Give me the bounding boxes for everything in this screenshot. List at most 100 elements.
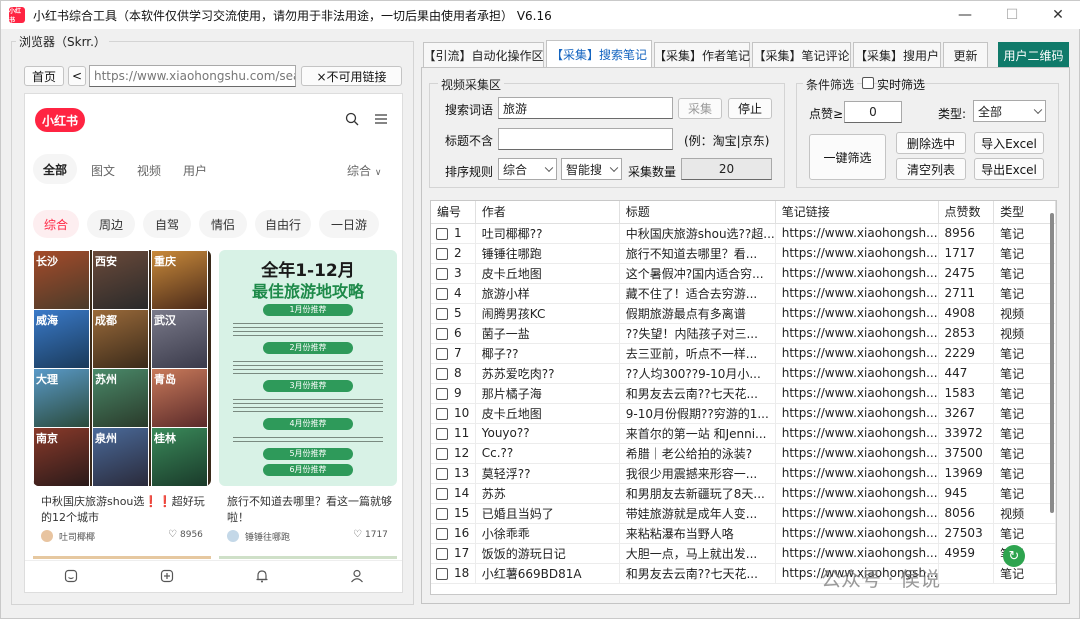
col-header-type[interactable]: 类型 (993, 201, 1056, 224)
user-icon[interactable] (350, 569, 364, 586)
table-row[interactable]: 15 已婚且当妈了 带娃旅游就是成年人变... https://www.xiaohon… (431, 503, 1056, 524)
import-excel-button[interactable]: 导入Excel (974, 132, 1044, 154)
xhs-chip-4[interactable]: 自由行 (255, 210, 311, 238)
row-checkbox[interactable] (436, 347, 448, 360)
menu-icon[interactable] (374, 113, 388, 125)
xhs-tab-image[interactable]: 图文 (91, 162, 115, 179)
xhs-tab-video[interactable]: 视频 (137, 162, 161, 179)
row-checkbox[interactable] (436, 227, 448, 240)
type-filter-select[interactable]: 全部 (973, 100, 1046, 122)
table-scrollbar[interactable] (1050, 213, 1054, 513)
row-checkbox[interactable] (436, 447, 448, 460)
row-checkbox[interactable] (436, 387, 448, 400)
table-row[interactable]: 5 闹腾男孩KC 假期旅游最点有多离谱 https://www.xiaohongsh.… (431, 303, 1056, 324)
clear-list-button[interactable]: 清空列表 (896, 158, 966, 180)
row-checkbox[interactable] (436, 527, 448, 540)
col-header-no[interactable]: 编号 (431, 201, 476, 224)
heart-icon[interactable]: ♡ (168, 529, 177, 540)
xhs-chip-3[interactable]: 情侣 (199, 210, 247, 238)
tab-author-notes[interactable]: 【采集】作者笔记 (654, 42, 750, 68)
table-row[interactable]: 1 吐司椰椰?? 中秋国庆旅游shou选??超... https://www.xiao… (431, 223, 1056, 244)
row-checkbox[interactable] (436, 407, 448, 420)
one-click-filter-button[interactable]: 一键筛选 (809, 134, 886, 180)
row-number: 10 (454, 406, 470, 420)
no-link-button[interactable]: ×不可用链接 (301, 66, 402, 86)
row-checkbox[interactable] (436, 427, 448, 440)
home-button[interactable]: 首页 (24, 66, 64, 86)
table-row[interactable]: 18 小红薯669BD81A 和男友去云南??七天花... https://www.x… (431, 563, 1056, 584)
row-checkbox[interactable] (436, 507, 448, 520)
row-checkbox[interactable] (436, 467, 448, 480)
table-row[interactable]: 12 Cc.?? 希腊｜老公给拍的泳装? https://www.xiaohongsh… (431, 443, 1056, 464)
table-row[interactable]: 11 Youyo?? 来首尔的第一站 和Jenni... https://www.xi… (431, 423, 1056, 444)
maximize-button[interactable]: ☐ (989, 1, 1035, 29)
home-icon[interactable] (64, 569, 78, 586)
xhs-chip-5[interactable]: 一日游 (319, 210, 379, 238)
collect-button[interactable]: 采集 (678, 98, 722, 119)
table-row[interactable]: 13 莫轻浮?? 我很少用震撼来形容一... https://www.xiaohong… (431, 463, 1056, 484)
xhs-chip-1[interactable]: 周边 (87, 210, 135, 238)
row-checkbox[interactable] (436, 567, 448, 580)
tab-update[interactable]: 更新 (943, 42, 988, 68)
close-button[interactable]: ✕ (1035, 1, 1080, 29)
xhs-sort-dropdown[interactable]: 综合 ∨ (347, 162, 381, 179)
tab-traffic-automation[interactable]: 【引流】自动化操作区 (423, 42, 544, 68)
cell-author: 闹腾男孩KC (475, 303, 620, 324)
table-row[interactable]: 6 菌子一盐 ??失望！内陆孩子对三... https://www.xiaohongs… (431, 323, 1056, 344)
row-checkbox[interactable] (436, 267, 448, 280)
row-checkbox[interactable] (436, 367, 448, 380)
note-card-2-image[interactable]: 全年1-12月 最佳旅游地攻略 1月份推荐 2月份推荐 3月份推荐 4月份推荐 … (219, 250, 397, 486)
back-button[interactable]: < (68, 66, 86, 86)
table-row[interactable]: 9 那片橘子海 和男友去云南??七天花... https://www.xiaohong… (431, 383, 1056, 404)
table-row[interactable]: 8 苏苏爱吃肉?? ??人均300??9-10月小... https://www.xi… (431, 363, 1056, 384)
note-card-2-title[interactable]: 旅行不知道去哪里？看这一篇就够啦！ (227, 494, 393, 526)
row-checkbox[interactable] (436, 327, 448, 340)
delete-selected-button[interactable]: 删除选中 (896, 132, 966, 154)
note-card-1-title[interactable]: 中秋国庆旅游shou选❗️❗️超好玩的12个城市 (41, 494, 207, 526)
col-header-author[interactable]: 作者 (475, 201, 620, 224)
table-row[interactable]: 2 锤锤往哪跑 旅行不知道去哪里？看... https://www.xiaohongs… (431, 243, 1056, 264)
stop-button[interactable]: 停止 (728, 98, 772, 119)
col-header-link[interactable]: 笔记链接 (775, 201, 939, 224)
note-card-1-image[interactable]: 长沙 西安 重庆 威海 成都 武汉 大理 苏州 青岛 南京 泉州 桂林 (33, 250, 211, 486)
table-row[interactable]: 4 旅游小样 藏不住了！适合去穷游... https://www.xiaohongsh… (431, 283, 1056, 304)
table-row[interactable]: 14 苏苏 和男朋友去新疆玩了8天... https://www.xiaohongsh… (431, 483, 1056, 504)
cell-author: Youyo?? (475, 423, 620, 444)
search-icon[interactable] (345, 112, 359, 126)
table-row[interactable]: 10 皮卡丘地图 9-10月份假期??穷游的1... https://www.xiao… (431, 403, 1056, 424)
add-icon[interactable] (160, 569, 174, 586)
refresh-icon[interactable]: ↻ (1003, 545, 1025, 567)
row-checkbox[interactable] (436, 247, 448, 260)
row-checkbox[interactable] (436, 487, 448, 500)
bell-icon[interactable] (255, 569, 269, 586)
xhs-tab-all[interactable]: 全部 (33, 154, 77, 184)
xhs-tab-user[interactable]: 用户 (183, 162, 207, 179)
minimize-button[interactable]: — (942, 1, 988, 29)
user-qrcode-button[interactable]: 用户二维码 (998, 42, 1069, 68)
realtime-filter-checkbox[interactable] (862, 77, 874, 89)
tab-search-users[interactable]: 【采集】搜用户 (853, 42, 941, 68)
table-row[interactable]: 17 饭饭的游玩日记 大胆一点，马上就出发... https://www.xiaoho… (431, 543, 1056, 564)
table-row[interactable]: 3 皮卡丘地图 这个暑假冲?国内适合穷... https://www.xiaohong… (431, 263, 1056, 284)
exclude-input[interactable] (498, 128, 673, 150)
likes-filter-input[interactable]: 0 (844, 101, 902, 123)
row-checkbox[interactable] (436, 547, 448, 560)
heart-icon[interactable]: ♡ (353, 529, 362, 540)
export-excel-button[interactable]: 导出Excel (974, 158, 1044, 180)
xhs-chip-0[interactable]: 综合 (33, 210, 79, 238)
row-checkbox[interactable] (436, 287, 448, 300)
search-term-input[interactable]: 旅游 (498, 97, 673, 119)
sort-select[interactable]: 综合 (498, 158, 557, 180)
col-header-likes[interactable]: 点赞数 (938, 201, 995, 224)
tab-search-notes[interactable]: 【采集】搜索笔记 (546, 40, 652, 68)
url-input[interactable]: https://www.xiaohongshu.com/search (89, 65, 296, 87)
row-number: 11 (454, 426, 470, 440)
smart-search-select[interactable]: 智能搜 (561, 158, 622, 180)
xhs-chip-2[interactable]: 自驾 (143, 210, 191, 238)
tab-note-comments[interactable]: 【采集】笔记评论 (752, 42, 851, 68)
count-input[interactable]: 20 (681, 158, 772, 180)
table-row[interactable]: 7 椰子?? 去三亚前，听点不一样... https://www.xiaohongsh… (431, 343, 1056, 364)
row-checkbox[interactable] (436, 307, 448, 320)
table-row[interactable]: 16 小徐乖乖 来粘粘瀑布当野人咯 https://www.xiaohongsh...… (431, 523, 1056, 544)
col-header-title[interactable]: 标题 (619, 201, 776, 224)
